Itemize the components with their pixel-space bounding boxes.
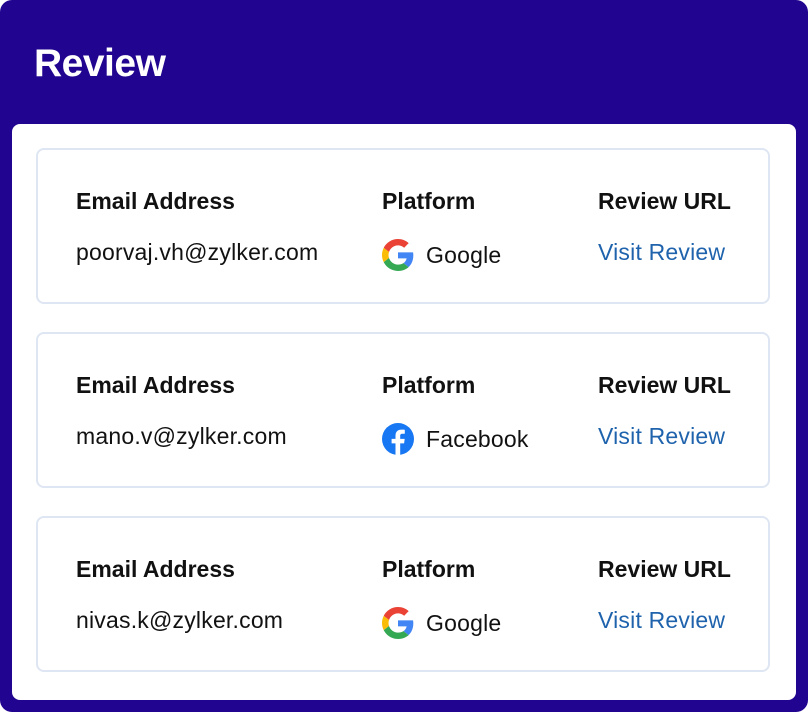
visit-review-link[interactable]: Visit Review <box>598 421 725 451</box>
email-column-label: Email Address <box>76 372 235 398</box>
visit-review-link[interactable]: Visit Review <box>598 605 725 635</box>
platform-name: Google <box>426 610 502 636</box>
review-card: Email Address Platform Review URL nivas.… <box>36 516 770 672</box>
review-widget: Review Email Address Platform Review URL… <box>0 0 808 712</box>
platform-column-label: Platform <box>382 188 476 214</box>
facebook-icon <box>382 423 414 455</box>
review-list: Email Address Platform Review URL poorva… <box>12 124 796 700</box>
review-url-column-label: Review URL <box>598 372 731 398</box>
email-column-label: Email Address <box>76 556 235 582</box>
platform-value: Google <box>382 606 501 640</box>
review-card: Email Address Platform Review URL mano.v… <box>36 332 770 488</box>
platform-name: Google <box>426 242 502 268</box>
page-title: Review <box>34 42 166 85</box>
review-url-column-label: Review URL <box>598 556 731 582</box>
google-icon <box>382 239 414 271</box>
platform-value: Facebook <box>382 422 529 456</box>
review-card: Email Address Platform Review URL poorva… <box>36 148 770 304</box>
email-value: poorvaj.vh@zylker.com <box>76 239 319 265</box>
platform-column-label: Platform <box>382 556 476 582</box>
email-value: mano.v@zylker.com <box>76 423 287 449</box>
platform-column-label: Platform <box>382 372 476 398</box>
visit-review-link[interactable]: Visit Review <box>598 237 725 267</box>
platform-value: Google <box>382 238 501 272</box>
google-icon <box>382 607 414 639</box>
email-column-label: Email Address <box>76 188 235 214</box>
platform-name: Facebook <box>426 426 529 452</box>
review-url-column-label: Review URL <box>598 188 731 214</box>
email-value: nivas.k@zylker.com <box>76 607 284 633</box>
